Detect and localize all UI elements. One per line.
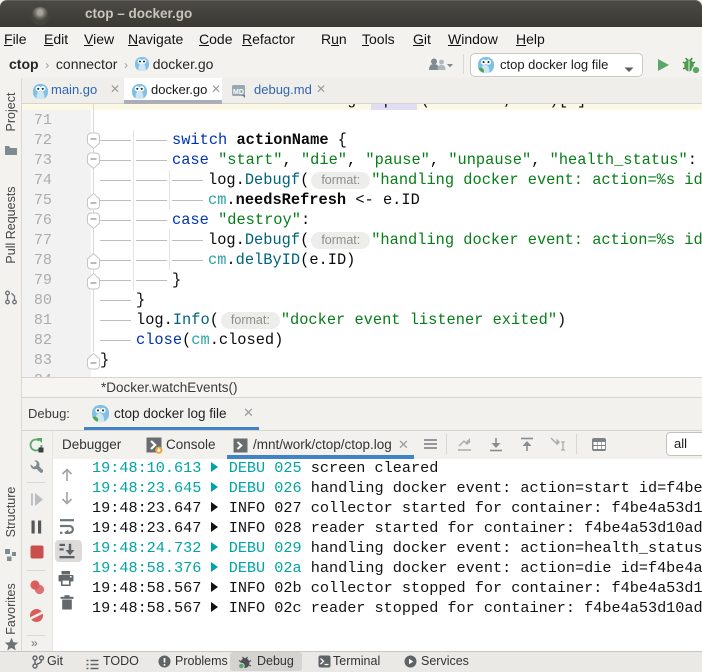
svg-text:MD: MD [233,89,244,96]
